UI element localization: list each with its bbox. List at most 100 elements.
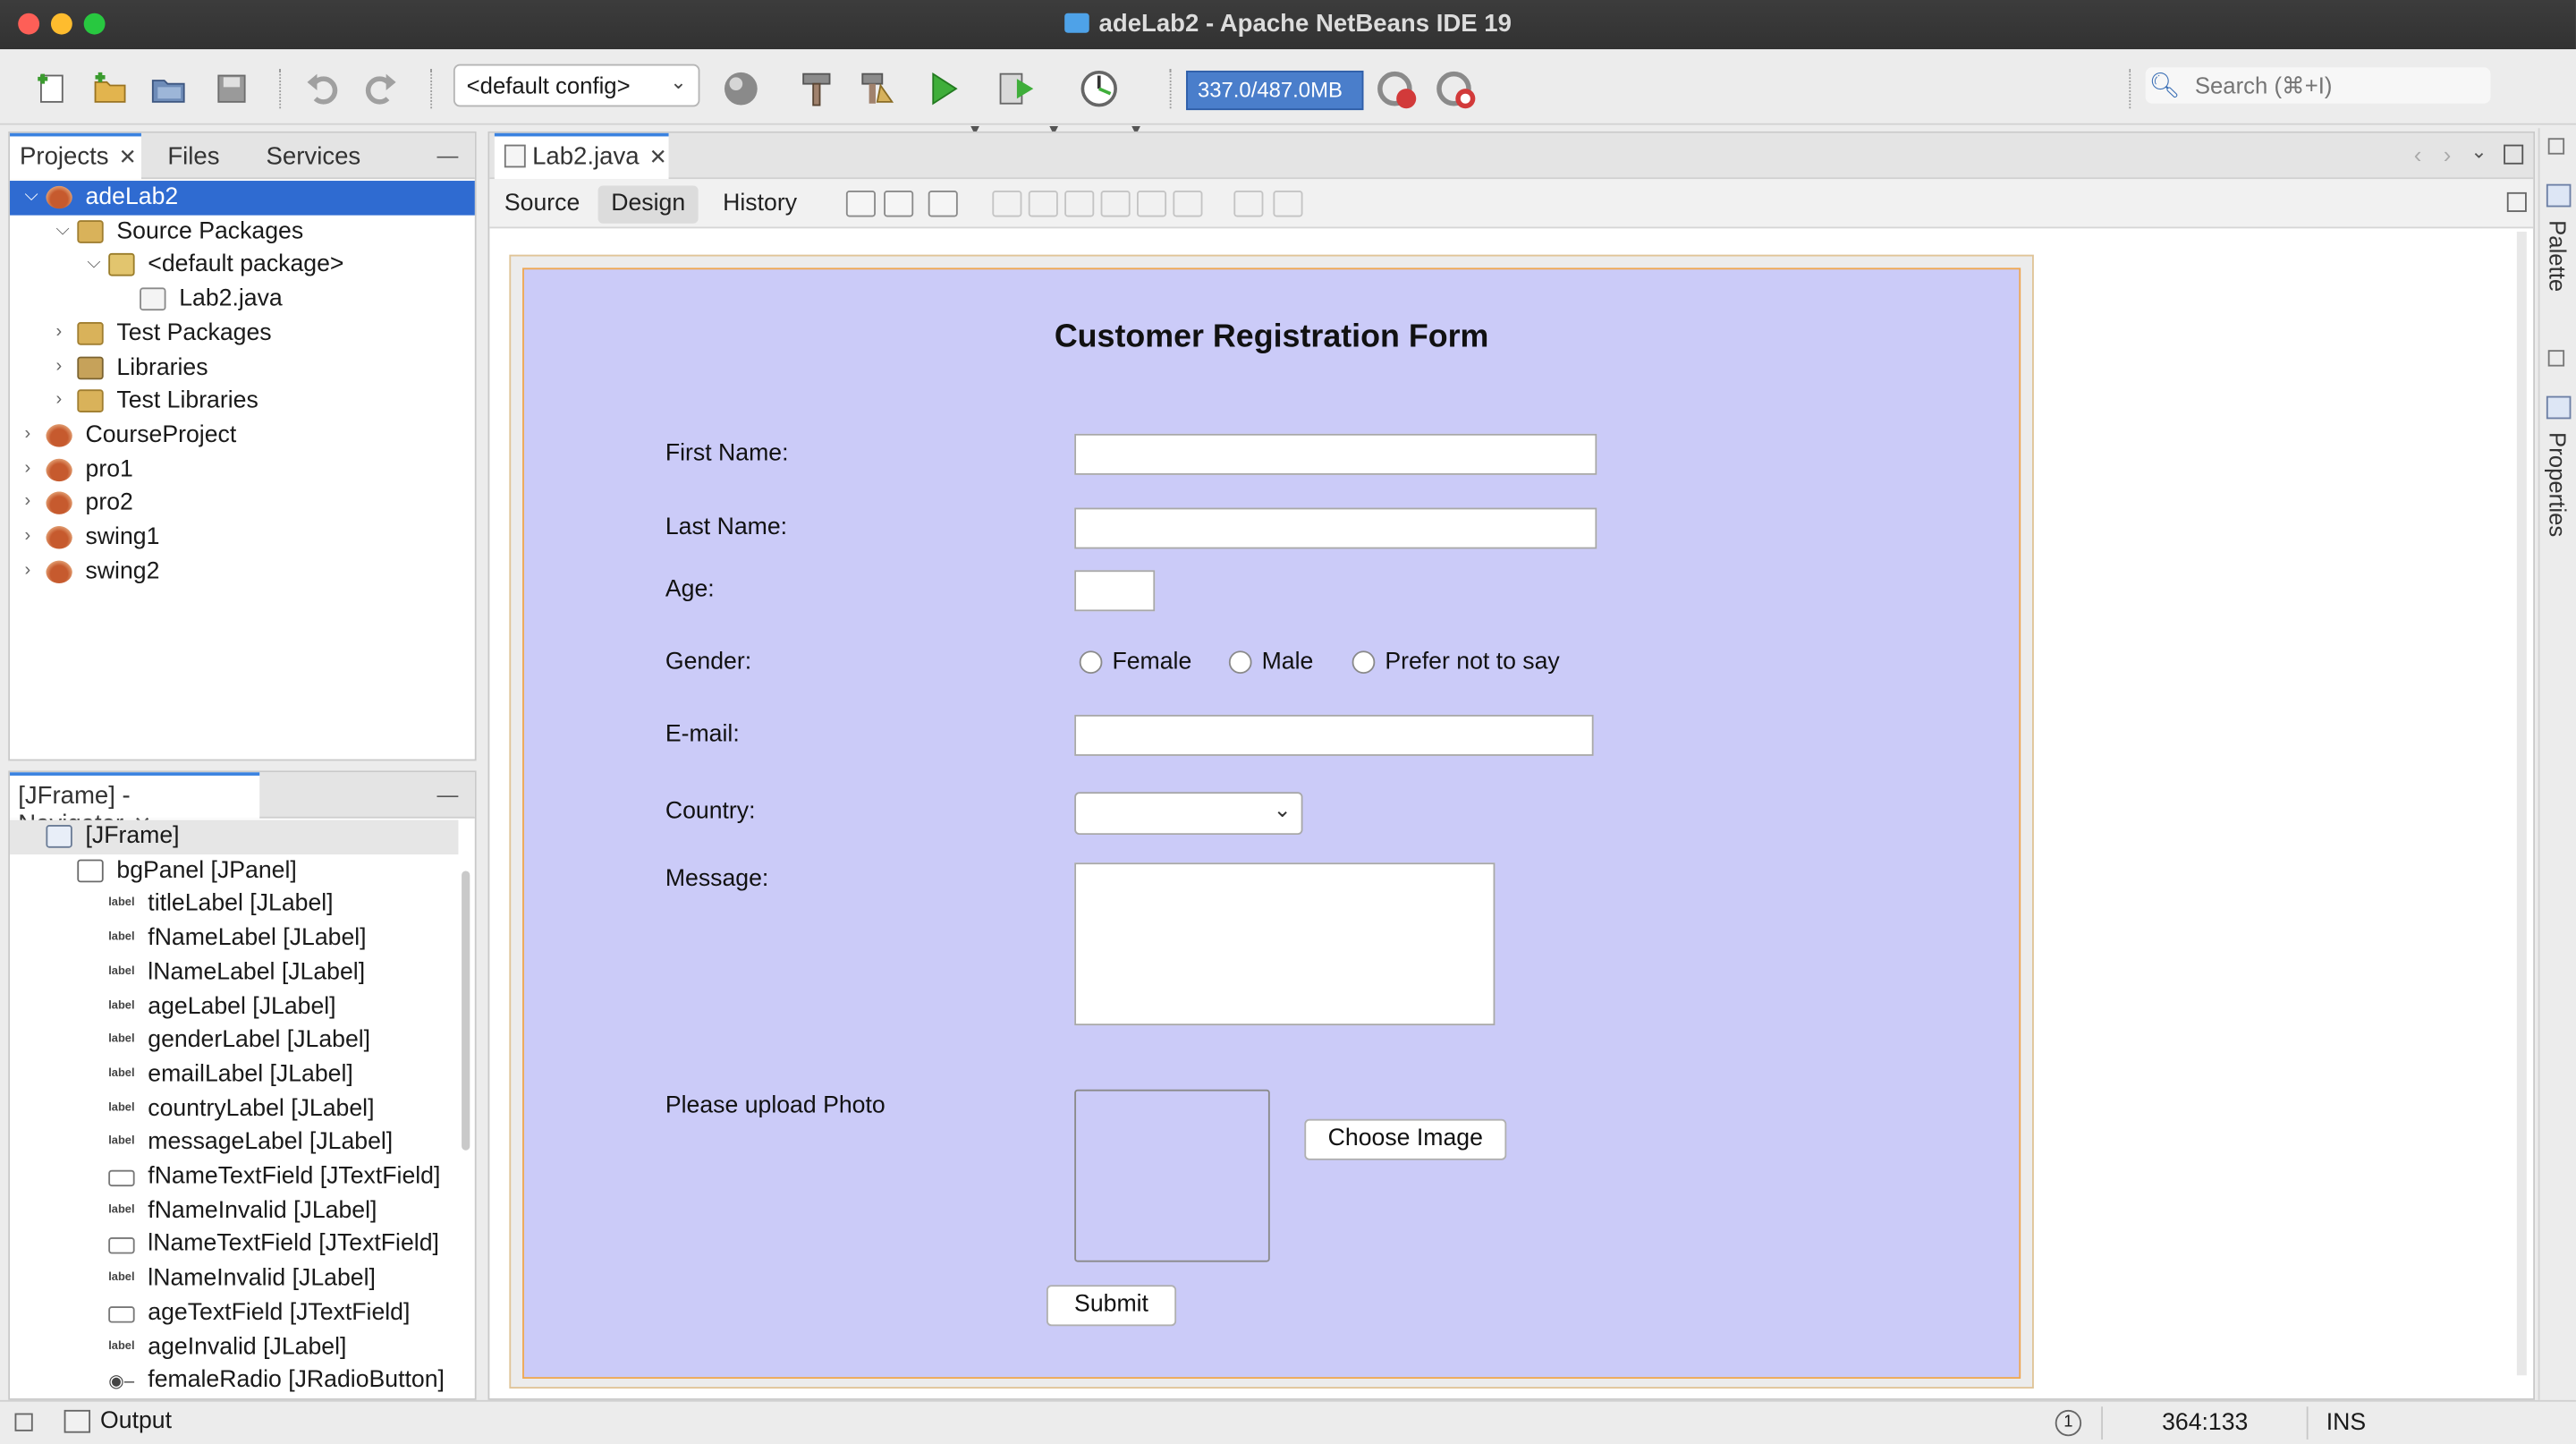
male-radio[interactable] bbox=[1228, 650, 1252, 675]
project-tree-item[interactable]: › CourseProject bbox=[10, 419, 475, 453]
navigator-item[interactable]: ageTextField [JTextField] bbox=[10, 1296, 458, 1330]
navigator-item[interactable]: label ageInvalid [JLabel] bbox=[10, 1330, 458, 1364]
navigator-item[interactable]: bgPanel [JPanel] bbox=[10, 854, 458, 888]
project-tree-item[interactable]: › Test Libraries bbox=[10, 385, 475, 419]
align-top-icon[interactable] bbox=[1100, 191, 1131, 217]
connection-mode-icon[interactable] bbox=[884, 191, 914, 217]
editor-scrollbar[interactable] bbox=[2516, 231, 2527, 1376]
project-tree-item[interactable]: › pro2 bbox=[10, 487, 475, 521]
undo-button[interactable] bbox=[302, 69, 342, 108]
navigator-item[interactable]: label genderLabel [JLabel] bbox=[10, 1024, 458, 1058]
change-vertical-resizability-icon[interactable] bbox=[1273, 191, 1303, 217]
tab-history[interactable]: History bbox=[709, 186, 809, 224]
collapsed-arrow-icon[interactable]: › bbox=[25, 458, 31, 478]
navigator-item[interactable]: fNameTextField [JTextField] bbox=[10, 1160, 458, 1194]
properties-tab[interactable]: Properties bbox=[2545, 432, 2571, 537]
collapsed-arrow-icon[interactable]: › bbox=[55, 322, 62, 342]
profile-project-button[interactable] bbox=[1080, 69, 1119, 108]
restore-window-icon[interactable] bbox=[2547, 350, 2565, 367]
quick-search-input[interactable] bbox=[2194, 69, 2487, 102]
project-tree-item[interactable]: ⌵ <default package> bbox=[10, 249, 475, 283]
run-project-button[interactable] bbox=[923, 69, 962, 108]
tab-navigator[interactable]: [JFrame] - Navigator✕ bbox=[10, 772, 260, 838]
last-name-field[interactable] bbox=[1074, 507, 1597, 549]
collapsed-arrow-icon[interactable]: › bbox=[25, 560, 31, 580]
restore-window-icon[interactable] bbox=[14, 1413, 33, 1431]
project-tree-item[interactable]: Lab2.java bbox=[10, 283, 475, 317]
navigator-item[interactable]: label lNameLabel [JLabel] bbox=[10, 956, 458, 990]
clean-build-button[interactable] bbox=[858, 69, 897, 108]
output-tab[interactable]: Output bbox=[100, 1408, 172, 1434]
navigator-item[interactable]: lNameTextField [JTextField] bbox=[10, 1228, 458, 1262]
tab-source[interactable]: Source bbox=[491, 186, 593, 224]
project-tree-item[interactable]: › pro1 bbox=[10, 453, 475, 487]
build-hammer-button[interactable] bbox=[797, 69, 836, 108]
project-tree-item[interactable]: › swing2 bbox=[10, 555, 475, 589]
project-tree-item[interactable]: › Test Packages bbox=[10, 317, 475, 351]
preview-design-icon[interactable] bbox=[928, 191, 958, 217]
navigator-item[interactable]: [JFrame] bbox=[10, 820, 459, 854]
scroll-tabs-left-icon[interactable]: ‹ bbox=[2414, 141, 2422, 167]
center-horizontally-icon[interactable] bbox=[1064, 191, 1095, 217]
expanded-arrow-icon[interactable]: ⌵ bbox=[25, 186, 38, 208]
align-left-icon[interactable] bbox=[992, 191, 1022, 217]
navigator-item[interactable]: label fNameLabel [JLabel] bbox=[10, 922, 458, 956]
gc-icon[interactable] bbox=[1377, 69, 1417, 109]
maximize-editor-icon[interactable] bbox=[2504, 144, 2524, 165]
first-name-field[interactable] bbox=[1074, 433, 1597, 475]
align-bottom-icon[interactable] bbox=[1136, 191, 1167, 217]
message-textarea[interactable] bbox=[1074, 862, 1496, 1026]
navigator-scrollbar[interactable] bbox=[462, 871, 470, 1151]
close-icon[interactable]: ✕ bbox=[119, 145, 137, 170]
tab-lab2-java[interactable]: Lab2.java ✕ bbox=[494, 132, 669, 180]
close-icon[interactable]: ✕ bbox=[649, 145, 667, 170]
collapsed-arrow-icon[interactable]: › bbox=[55, 356, 62, 376]
submit-button[interactable]: Submit bbox=[1046, 1285, 1177, 1327]
navigator-item[interactable]: ◉– femaleRadio [JRadioButton] bbox=[10, 1364, 458, 1398]
tab-projects[interactable]: Projects ✕ bbox=[10, 132, 141, 180]
navigator-item[interactable]: label emailLabel [JLabel] bbox=[10, 1058, 458, 1092]
tab-services[interactable]: Services bbox=[267, 133, 361, 179]
email-field[interactable] bbox=[1074, 714, 1594, 756]
memory-usage-bar[interactable]: 337.0/487.0MB bbox=[1186, 70, 1364, 111]
navigator-item[interactable]: label countryLabel [JLabel] bbox=[10, 1092, 458, 1126]
project-tree-item[interactable]: ⌵ adeLab2 bbox=[10, 181, 475, 216]
collapsed-arrow-icon[interactable]: › bbox=[25, 424, 31, 444]
new-file-button[interactable] bbox=[33, 69, 72, 108]
collapsed-arrow-icon[interactable]: › bbox=[55, 390, 62, 410]
project-tree-item[interactable]: ⌵ Source Packages bbox=[10, 215, 475, 249]
globe-icon[interactable] bbox=[721, 69, 760, 108]
palette-tab[interactable]: Palette bbox=[2545, 220, 2571, 292]
redo-button[interactable] bbox=[361, 69, 401, 108]
navigator-item[interactable]: label ageLabel [JLabel] bbox=[10, 990, 458, 1024]
chevron-down-icon[interactable]: ⌄ bbox=[2470, 140, 2487, 163]
minimize-panel-icon[interactable]: — bbox=[437, 782, 459, 807]
selection-mode-icon[interactable] bbox=[845, 191, 876, 217]
debug-project-button[interactable] bbox=[997, 69, 1037, 108]
age-field[interactable] bbox=[1074, 570, 1156, 612]
expanded-arrow-icon[interactable]: ⌵ bbox=[55, 220, 69, 242]
expand-toolbar-icon[interactable] bbox=[2506, 191, 2527, 212]
project-tree-item[interactable]: › Libraries bbox=[10, 351, 475, 385]
restore-window-icon[interactable] bbox=[2547, 138, 2565, 155]
navigator-item[interactable]: label lNameInvalid [JLabel] bbox=[10, 1262, 458, 1296]
prefer-not-to-say-radio[interactable] bbox=[1352, 650, 1376, 675]
save-all-button[interactable] bbox=[212, 69, 251, 108]
minimize-panel-icon[interactable]: — bbox=[437, 143, 459, 168]
expanded-arrow-icon[interactable]: ⌵ bbox=[87, 254, 100, 276]
tab-files[interactable]: Files bbox=[167, 133, 219, 179]
navigator-item[interactable]: label fNameInvalid [JLabel] bbox=[10, 1194, 458, 1228]
notifications-icon[interactable]: 1 bbox=[2055, 1409, 2082, 1437]
project-tree-item[interactable]: › swing1 bbox=[10, 521, 475, 555]
new-project-button[interactable] bbox=[90, 69, 130, 108]
navigator-item[interactable]: label messageLabel [JLabel] bbox=[10, 1126, 458, 1160]
configuration-select[interactable]: <default config> ⌄ bbox=[453, 64, 700, 107]
choose-image-button[interactable]: Choose Image bbox=[1304, 1118, 1507, 1160]
search-icon[interactable]: 🔍︎ bbox=[2148, 71, 2180, 100]
open-project-button[interactable] bbox=[149, 69, 189, 108]
collapsed-arrow-icon[interactable]: › bbox=[25, 526, 31, 546]
bg-panel[interactable]: Customer Registration Form First Name: L… bbox=[522, 268, 2021, 1379]
profiler-snapshot-icon[interactable] bbox=[1436, 69, 1476, 109]
center-vertically-icon[interactable] bbox=[1173, 191, 1203, 217]
align-right-icon[interactable] bbox=[1028, 191, 1058, 217]
